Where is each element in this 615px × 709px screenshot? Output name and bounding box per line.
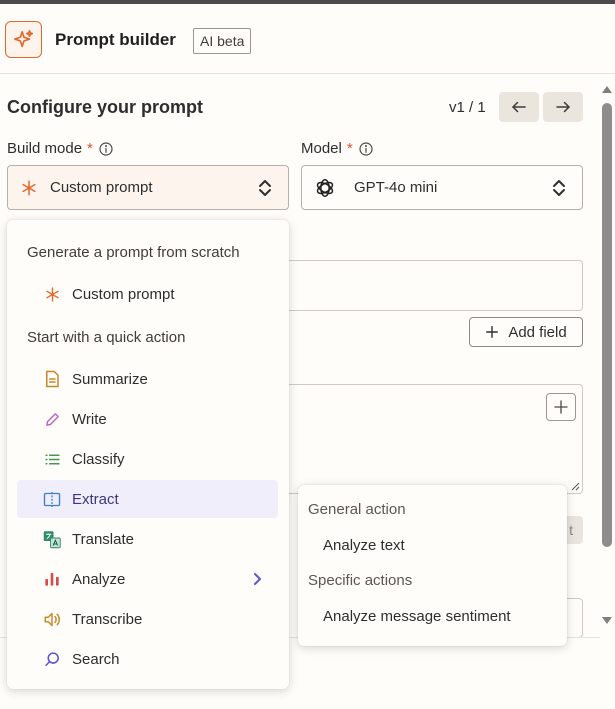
previous-version-button[interactable]	[499, 92, 539, 122]
plus-icon	[486, 326, 499, 338]
scrollbar-thumb[interactable]	[602, 103, 612, 547]
info-icon[interactable]	[358, 141, 374, 157]
chevron-up-down-icon	[550, 178, 568, 198]
scroll-up-arrow-icon[interactable]	[602, 86, 612, 93]
add-field-label: Add field	[508, 323, 567, 341]
chevron-up-down-icon	[256, 178, 274, 198]
menu-item-classify[interactable]: Classify	[17, 440, 278, 478]
beta-badge: AI beta	[193, 28, 252, 54]
pencil-icon	[43, 410, 61, 428]
menu-item-label: Classify	[72, 450, 125, 468]
speaker-icon	[43, 610, 61, 628]
menu-item-transcribe[interactable]: Transcribe	[17, 600, 278, 638]
required-mark: *	[346, 140, 353, 157]
model-label-text: Model	[301, 140, 342, 157]
arrow-left-icon	[512, 101, 526, 113]
required-mark: *	[87, 140, 93, 157]
submenu-heading-specific: Specific actions	[308, 572, 413, 589]
model-value: GPT-4o mini	[354, 179, 438, 196]
menu-item-write[interactable]: Write	[17, 400, 278, 438]
resize-handle-icon	[571, 482, 580, 491]
sparkle-icon	[5, 21, 42, 58]
build-mode-menu: Generate a prompt from scratch Custom pr…	[7, 220, 289, 689]
next-version-button[interactable]	[543, 92, 583, 122]
arrow-right-icon	[556, 101, 570, 113]
submenu-item-analyze-sentiment[interactable]: Analyze message sentiment	[323, 608, 511, 625]
chevron-right-icon	[250, 571, 264, 587]
add-field-button[interactable]: Add field	[469, 317, 583, 347]
prompt-textarea[interactable]	[280, 384, 583, 494]
configure-title: Configure your prompt	[7, 97, 203, 117]
menu-item-label: Summarize	[72, 370, 148, 388]
menu-item-extract[interactable]: Extract	[17, 480, 278, 518]
scroll-down-arrow-icon[interactable]	[602, 617, 612, 624]
menu-item-summarize[interactable]: Summarize	[17, 360, 278, 398]
translate-icon	[43, 530, 61, 548]
version-indicator: v1 / 1	[449, 99, 486, 116]
menu-item-search[interactable]: Search	[17, 640, 278, 678]
analyze-submenu: General action Analyze text Specific act…	[298, 485, 567, 646]
build-mode-label: Build mode *	[7, 140, 114, 157]
menu-item-translate[interactable]: Translate	[17, 520, 278, 558]
asterisk-icon	[20, 179, 38, 197]
menu-item-label: Translate	[72, 530, 134, 548]
model-label: Model *	[301, 140, 374, 157]
build-mode-label-text: Build mode	[7, 140, 83, 157]
submenu-heading-general: General action	[308, 501, 406, 518]
page-title: Prompt builder	[55, 30, 176, 49]
build-mode-value: Custom prompt	[50, 179, 153, 196]
insert-variable-button[interactable]	[546, 393, 576, 421]
app-header: Prompt builder AI beta	[0, 4, 615, 74]
openai-icon	[314, 177, 336, 199]
menu-item-label: Extract	[72, 490, 119, 508]
menu-item-label: Search	[72, 650, 120, 668]
info-icon[interactable]	[98, 141, 114, 157]
list-icon	[43, 450, 61, 468]
asterisk-icon	[43, 285, 61, 303]
menu-item-custom-prompt[interactable]: Custom prompt	[17, 275, 278, 313]
menu-heading-quick: Start with a quick action	[27, 329, 186, 346]
menu-item-analyze[interactable]: Analyze	[17, 560, 278, 598]
bar-chart-icon	[43, 570, 61, 588]
input-field[interactable]	[280, 260, 583, 311]
search-icon	[43, 650, 61, 668]
model-select[interactable]: GPT-4o mini	[301, 165, 583, 210]
menu-item-label: Analyze	[72, 570, 126, 588]
menu-heading-scratch: Generate a prompt from scratch	[27, 244, 240, 261]
extract-icon	[43, 490, 61, 508]
plus-icon	[554, 400, 568, 414]
build-mode-select[interactable]: Custom prompt	[7, 165, 289, 210]
menu-item-label: Transcribe	[72, 610, 143, 628]
menu-item-label: Custom prompt	[72, 285, 175, 303]
submenu-item-analyze-text[interactable]: Analyze text	[323, 537, 405, 554]
document-icon	[43, 370, 61, 388]
menu-item-label: Write	[72, 410, 107, 428]
